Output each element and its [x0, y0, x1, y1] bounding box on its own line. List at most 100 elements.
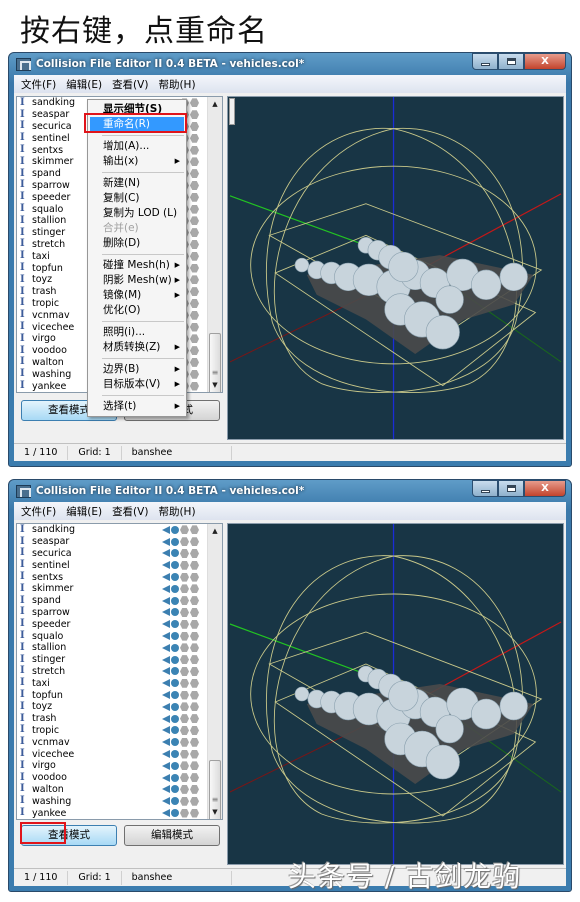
list-item-label: toyz: [32, 701, 53, 713]
list-item[interactable]: Iwalton: [17, 784, 222, 796]
context-menu-item[interactable]: 阴影 Mesh(w) ▶: [88, 273, 186, 288]
list-item[interactable]: Ivicechee: [17, 748, 222, 760]
maximize-icon: [506, 58, 516, 65]
list-item[interactable]: Isentinel: [17, 559, 222, 571]
title-bar[interactable]: Collision File Editor II 0.4 BETA - vehi…: [14, 53, 566, 75]
collision-sphere-icon: [171, 785, 179, 794]
context-menu-item[interactable]: 材质转换(Z) ▶: [88, 340, 186, 355]
context-menu-item[interactable]: 复制为 LOD (L): [88, 206, 186, 221]
close-button[interactable]: X: [524, 480, 566, 497]
maximize-button[interactable]: [498, 53, 524, 70]
context-menu-item[interactable]: 增加(A)...: [88, 139, 186, 154]
sphere-flag-icon: [162, 596, 170, 605]
menu-item-label: 增加(A)...: [103, 140, 150, 152]
context-menu-item[interactable]: 照明(i)...: [88, 325, 186, 340]
collision-file-icon: I: [20, 285, 25, 297]
list-item-label: skimmer: [32, 156, 74, 168]
submenu-arrow-icon: ▶: [174, 276, 180, 284]
list-item[interactable]: Itoyz: [17, 701, 222, 713]
collision-sphere-icon: [171, 573, 179, 582]
maximize-button[interactable]: [498, 480, 524, 497]
menu-file[interactable]: 文件(F): [16, 504, 61, 519]
list-item-label: topfun: [32, 689, 63, 701]
list-scrollbar[interactable]: ▲ ≡ ▼: [207, 97, 222, 392]
list-scrollbar[interactable]: ▲ ≡ ▼: [207, 524, 222, 819]
menu-view[interactable]: 查看(V): [107, 504, 153, 519]
list-item[interactable]: Izebra: [17, 819, 222, 820]
list-item[interactable]: Isecurica: [17, 548, 222, 560]
scroll-down-icon[interactable]: ▼: [208, 805, 222, 819]
context-menu-item[interactable]: 镜像(M) ▶: [88, 288, 186, 303]
list-item[interactable]: Ispeeder: [17, 618, 222, 630]
list-item[interactable]: Istinger: [17, 654, 222, 666]
menu-item-label: 复制(C): [103, 192, 140, 204]
menu-help[interactable]: 帮助(H): [153, 77, 200, 92]
sphere-flag-icon: [162, 738, 170, 747]
list-item-label: vcnmav: [32, 309, 70, 321]
collision-model-render: [229, 524, 562, 864]
context-menu-item[interactable]: 删除(D): [88, 236, 186, 251]
list-item[interactable]: Ivoodoo: [17, 772, 222, 784]
list-item-label: speeder: [32, 618, 71, 630]
scroll-down-icon[interactable]: ▼: [208, 378, 222, 392]
list-item[interactable]: Ispand: [17, 595, 222, 607]
list-item-label: spand: [32, 595, 61, 607]
context-menu-item[interactable]: 目标版本(V) ▶: [88, 377, 186, 392]
item-status-icons: [162, 678, 199, 688]
list-item[interactable]: Ivcnmav: [17, 736, 222, 748]
context-menu-item[interactable]: 边界(B) ▶: [88, 362, 186, 377]
list-item[interactable]: Ivirgo: [17, 760, 222, 772]
list-item[interactable]: Iwashing: [17, 795, 222, 807]
context-menu-item[interactable]: 复制(C): [88, 191, 186, 206]
box-icon: [180, 678, 189, 688]
context-menu-item[interactable]: 选择(t) ▶: [88, 399, 186, 414]
list-item[interactable]: Itrash: [17, 713, 222, 725]
list-item-label: squalo: [32, 203, 64, 215]
viewport-handle[interactable]: [229, 98, 235, 125]
minimize-button[interactable]: [472, 53, 498, 70]
menu-edit[interactable]: 编辑(E): [61, 77, 107, 92]
list-item[interactable]: Isandking: [17, 524, 222, 536]
list-item[interactable]: Iskimmer: [17, 583, 222, 595]
list-item[interactable]: Itopfun: [17, 689, 222, 701]
x-axis-line: [424, 193, 562, 268]
menu-help[interactable]: 帮助(H): [153, 504, 200, 519]
menu-separator: [102, 135, 184, 136]
list-item[interactable]: Istretch: [17, 666, 222, 678]
collision-file-icon: I: [20, 736, 25, 748]
list-item[interactable]: Iyankee: [17, 807, 222, 819]
context-menu-item[interactable]: 输出(x) ▶: [88, 154, 186, 169]
context-menu-item[interactable]: 碰撞 Mesh(h) ▶: [88, 258, 186, 273]
sphere-flag-icon: [162, 809, 170, 818]
list-item[interactable]: Istallion: [17, 642, 222, 654]
list-item[interactable]: Isparrow: [17, 607, 222, 619]
list-item[interactable]: Itropic: [17, 725, 222, 737]
minimize-button[interactable]: [472, 480, 498, 497]
collision-file-icon: I: [20, 96, 25, 108]
collision-file-icon: I: [20, 689, 25, 701]
list-item[interactable]: Isqualo: [17, 630, 222, 642]
list-item[interactable]: Itaxi: [17, 677, 222, 689]
collision-model-list[interactable]: Isandking Iseaspar Isecurica Isentinel Isent…: [16, 523, 223, 820]
3d-viewport[interactable]: [227, 523, 564, 865]
collision-file-icon: I: [20, 309, 25, 321]
menu-item-label: 优化(O): [103, 304, 141, 316]
title-bar[interactable]: Collision File Editor II 0.4 BETA - vehi…: [14, 480, 566, 502]
list-item[interactable]: Isentxs: [17, 571, 222, 583]
collision-sphere: [294, 257, 310, 273]
item-status-icons: [162, 796, 199, 806]
context-menu-item[interactable]: 优化(O): [88, 303, 186, 318]
menu-edit[interactable]: 编辑(E): [61, 504, 107, 519]
scroll-up-icon[interactable]: ▲: [208, 524, 222, 538]
context-menu-item[interactable]: 新建(N): [88, 176, 186, 191]
mesh-icon: [190, 357, 199, 367]
close-button[interactable]: X: [524, 53, 566, 70]
scroll-up-icon[interactable]: ▲: [208, 97, 222, 111]
3d-viewport[interactable]: [227, 96, 564, 440]
list-item[interactable]: Iseaspar: [17, 536, 222, 548]
menu-view[interactable]: 查看(V): [107, 77, 153, 92]
collision-file-icon: I: [20, 571, 25, 583]
menu-file[interactable]: 文件(F): [16, 77, 61, 92]
edit-mode-button[interactable]: 编辑模式: [124, 825, 220, 846]
list-item-label: virgo: [32, 760, 56, 772]
